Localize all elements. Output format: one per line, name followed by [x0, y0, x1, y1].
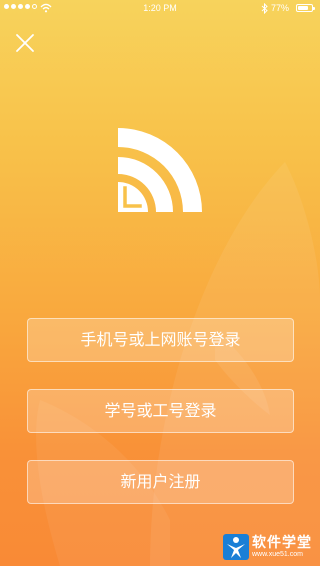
battery-percent: 77% — [271, 3, 290, 13]
new-user-register-button[interactable]: 新用户注册 — [27, 460, 294, 504]
watermark: 软件学堂 www.xue51.com — [223, 534, 312, 560]
battery-icon — [296, 4, 315, 12]
watermark-logo-icon — [223, 534, 249, 560]
student-staff-id-login-button[interactable]: 学号或工号登录 — [27, 389, 294, 433]
watermark-title: 软件学堂 — [252, 535, 312, 551]
close-icon[interactable] — [14, 32, 36, 54]
bluetooth-icon — [261, 3, 268, 14]
watermark-url: www.xue51.com — [252, 551, 303, 558]
status-bar: 1:20 PM 77% — [0, 0, 320, 18]
wifi-corner-logo-icon — [118, 128, 202, 212]
login-screen: 1:20 PM 77% 手机号或上网账号登录 学号或工号登录 新用户注册 软件学… — [0, 0, 320, 566]
battery-fill — [298, 6, 308, 10]
phone-account-login-button[interactable]: 手机号或上网账号登录 — [27, 318, 294, 362]
